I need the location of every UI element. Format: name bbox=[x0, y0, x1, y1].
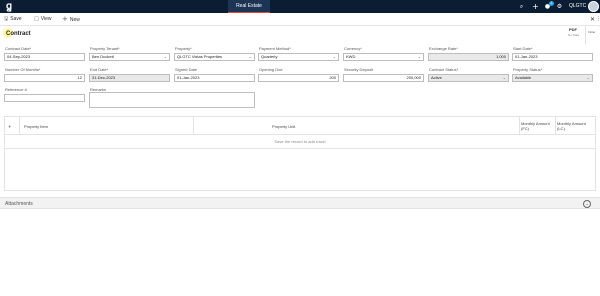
signed-date-label: Signed Date bbox=[175, 67, 198, 72]
start-date-label: Start Date* bbox=[513, 46, 533, 51]
page-title: Contract bbox=[6, 31, 31, 37]
pdf-preview-subtitle: No Data bbox=[568, 33, 580, 37]
add-icon[interactable]: + bbox=[532, 3, 539, 11]
chevron-down-icon: ⌄ bbox=[417, 54, 421, 59]
property-tenant-label: Property Tenant* bbox=[90, 46, 120, 51]
chevron-down-icon: ⌄ bbox=[332, 54, 336, 59]
chevron-down-icon: ⌄ bbox=[586, 75, 590, 80]
security-deposit-label: Security Deposit bbox=[344, 67, 374, 72]
search-icon[interactable]: ⌕ bbox=[518, 3, 525, 10]
side-panel-tab[interactable]: Inline bbox=[585, 26, 600, 44]
chevron-down-icon[interactable]: ⌄ bbox=[583, 200, 591, 208]
exchange-rate-field: 1.000 bbox=[428, 53, 509, 61]
property-status-select[interactable]: Available ⌄ bbox=[512, 74, 593, 82]
security-deposit-field[interactable]: 200,000 bbox=[343, 74, 424, 82]
column-divider bbox=[555, 117, 556, 135]
add-row-icon[interactable]: + bbox=[8, 117, 16, 135]
opening-due-label: Opening Due bbox=[259, 67, 283, 72]
start-date-field[interactable]: 01-Jan-2023 bbox=[512, 53, 593, 61]
number-of-months-field[interactable]: 12 bbox=[4, 74, 85, 82]
payment-method-label: Payment Method* bbox=[259, 46, 291, 51]
column-header-monthly-amount-lc[interactable]: Monthly Amount (LC) bbox=[557, 117, 591, 135]
side-panel-label: Inline bbox=[588, 30, 596, 34]
reference-label: Reference # bbox=[5, 87, 27, 92]
new-button[interactable]: + New bbox=[62, 13, 80, 26]
property-label: Property* bbox=[175, 46, 192, 51]
close-icon[interactable]: ✕ bbox=[590, 13, 595, 26]
plus-icon: + bbox=[62, 15, 68, 23]
column-header-monthly-amount-fc[interactable]: Monthly Amount (FC) bbox=[521, 117, 555, 135]
column-divider bbox=[19, 117, 20, 135]
user-avatar[interactable] bbox=[588, 1, 599, 12]
settings-gear-icon[interactable]: ⚙ bbox=[556, 3, 563, 10]
module-tab-real-estate[interactable]: Real Estate bbox=[228, 0, 270, 13]
column-header-property-unit[interactable]: Property Unit bbox=[272, 117, 295, 135]
attachments-label: Attachments bbox=[5, 201, 33, 207]
contract-date-label: Contract Date* bbox=[5, 46, 32, 51]
view-button[interactable]: □ View bbox=[34, 13, 51, 26]
opening-due-field[interactable]: 200 bbox=[258, 74, 339, 82]
currency-label: Currency* bbox=[344, 46, 362, 51]
reference-field[interactable] bbox=[4, 94, 85, 102]
table-header: + Property Item Property Unit Monthly Am… bbox=[5, 117, 595, 135]
end-date-label: End Date* bbox=[90, 67, 109, 72]
view-icon: □ bbox=[34, 16, 39, 22]
contract-date-field[interactable]: 04-Sep-2023 bbox=[4, 53, 85, 61]
payment-method-select[interactable]: Quarterly ⌄ bbox=[258, 53, 339, 61]
remarks-textarea[interactable] bbox=[89, 92, 255, 108]
property-select[interactable]: QLGTC Vistas Properties ⌄ bbox=[174, 53, 255, 61]
top-navigation-bar: ꬶ Real Estate ⌕ + ● 4 ⚙ QLGTC bbox=[0, 0, 600, 13]
currency-select[interactable]: KWD ⌄ bbox=[343, 53, 424, 61]
pdf-preview-title[interactable]: PDF bbox=[569, 27, 577, 32]
property-tenant-select[interactable]: Ben Duckett ⌄ bbox=[89, 53, 170, 61]
contract-status-label: Contract Status* bbox=[429, 67, 459, 72]
chevron-down-icon: ⌄ bbox=[163, 54, 167, 59]
chevron-down-icon: ⌄ bbox=[248, 54, 252, 59]
exchange-rate-label: Exchange Rate* bbox=[429, 46, 458, 51]
save-button[interactable]: 🖫 Save bbox=[4, 13, 22, 26]
save-icon: 🖫 bbox=[4, 16, 9, 22]
number-of-months-label: Number Of Months* bbox=[5, 67, 41, 72]
end-date-field: 31-Dec-2023 bbox=[89, 74, 170, 82]
notification-count-badge: 4 bbox=[549, 1, 554, 6]
signed-date-field[interactable]: 01-Jan-2023 bbox=[174, 74, 255, 82]
attachments-section-header[interactable]: Attachments ⌄ bbox=[0, 197, 600, 209]
column-header-property-item[interactable]: Property Item bbox=[24, 117, 48, 135]
column-divider bbox=[519, 117, 520, 135]
empty-table-message: Save the record to add rows! bbox=[5, 135, 595, 149]
column-divider bbox=[193, 117, 194, 135]
company-name[interactable]: QLGTC bbox=[569, 0, 586, 13]
contract-status-select[interactable]: Active ⌄ bbox=[428, 74, 509, 82]
more-options-icon[interactable]: ⋮ bbox=[596, 16, 600, 22]
action-toolbar: 🖫 Save □ View + New ✕ bbox=[0, 13, 600, 26]
property-status-label: Property Status* bbox=[513, 67, 543, 72]
property-items-table: + Property Item Property Unit Monthly Am… bbox=[4, 116, 596, 191]
app-logo-icon[interactable]: ꬶ bbox=[6, 1, 17, 12]
chevron-down-icon: ⌄ bbox=[502, 75, 506, 80]
